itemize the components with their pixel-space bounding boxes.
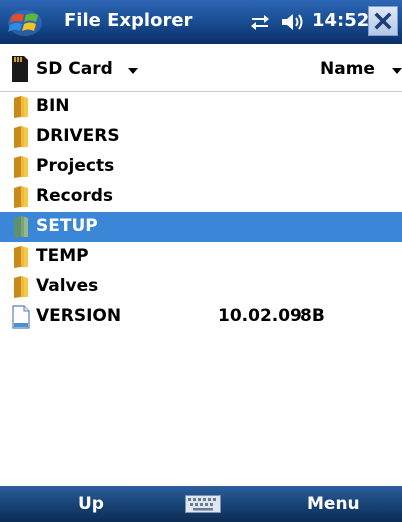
- folder-icon: [14, 246, 28, 268]
- list-header: SD Card Name: [0, 48, 402, 92]
- sort-dropdown[interactable]: Name: [320, 59, 375, 79]
- document-icon: [12, 305, 30, 329]
- close-x-icon: [374, 12, 392, 30]
- softkey-bar: Up Menu: [0, 486, 402, 522]
- list-item[interactable]: Projects: [0, 152, 402, 182]
- file-name: Projects: [36, 156, 115, 176]
- windows-flag-icon[interactable]: [4, 6, 46, 38]
- file-name: BIN: [36, 96, 70, 116]
- file-size: 8B: [300, 306, 325, 326]
- connectivity-arrows-icon[interactable]: [248, 12, 272, 32]
- list-item-selected[interactable]: SETUP: [0, 212, 402, 242]
- app-title: File Explorer: [64, 10, 193, 31]
- location-dropdown[interactable]: SD Card: [36, 59, 113, 79]
- keyboard-icon[interactable]: [185, 495, 221, 513]
- clock[interactable]: 14:52: [312, 10, 369, 31]
- list-item[interactable]: BIN: [0, 92, 402, 122]
- folder-icon: [14, 156, 28, 178]
- sd-card-icon: [12, 56, 28, 82]
- folder-icon: [14, 276, 28, 298]
- list-item[interactable]: Records: [0, 182, 402, 212]
- speaker-icon[interactable]: [280, 12, 306, 32]
- file-name: DRIVERS: [36, 126, 120, 146]
- chevron-down-icon[interactable]: [128, 68, 138, 74]
- close-button[interactable]: [368, 6, 398, 36]
- list-item[interactable]: Valves: [0, 272, 402, 302]
- list-item[interactable]: TEMP: [0, 242, 402, 272]
- file-name: Records: [36, 186, 114, 206]
- file-name: SETUP: [36, 216, 98, 236]
- file-name: VERSION: [36, 306, 122, 326]
- list-item[interactable]: VERSION 10.02.09 8B: [0, 302, 402, 332]
- list-item[interactable]: DRIVERS: [0, 122, 402, 152]
- folder-icon: [14, 186, 28, 208]
- file-date: 10.02.09: [218, 306, 302, 326]
- file-name: Valves: [36, 276, 99, 296]
- title-bar: File Explorer 14:52: [0, 0, 402, 44]
- folder-icon: [14, 96, 28, 118]
- folder-icon: [14, 126, 28, 148]
- chevron-down-icon[interactable]: [392, 68, 402, 74]
- file-name: TEMP: [36, 246, 89, 266]
- menu-softkey[interactable]: Menu: [307, 494, 360, 514]
- up-softkey[interactable]: Up: [78, 494, 104, 514]
- folder-icon: [14, 216, 28, 238]
- file-list: BIN DRIVERS Projects Records SETUP TEMP …: [0, 92, 402, 332]
